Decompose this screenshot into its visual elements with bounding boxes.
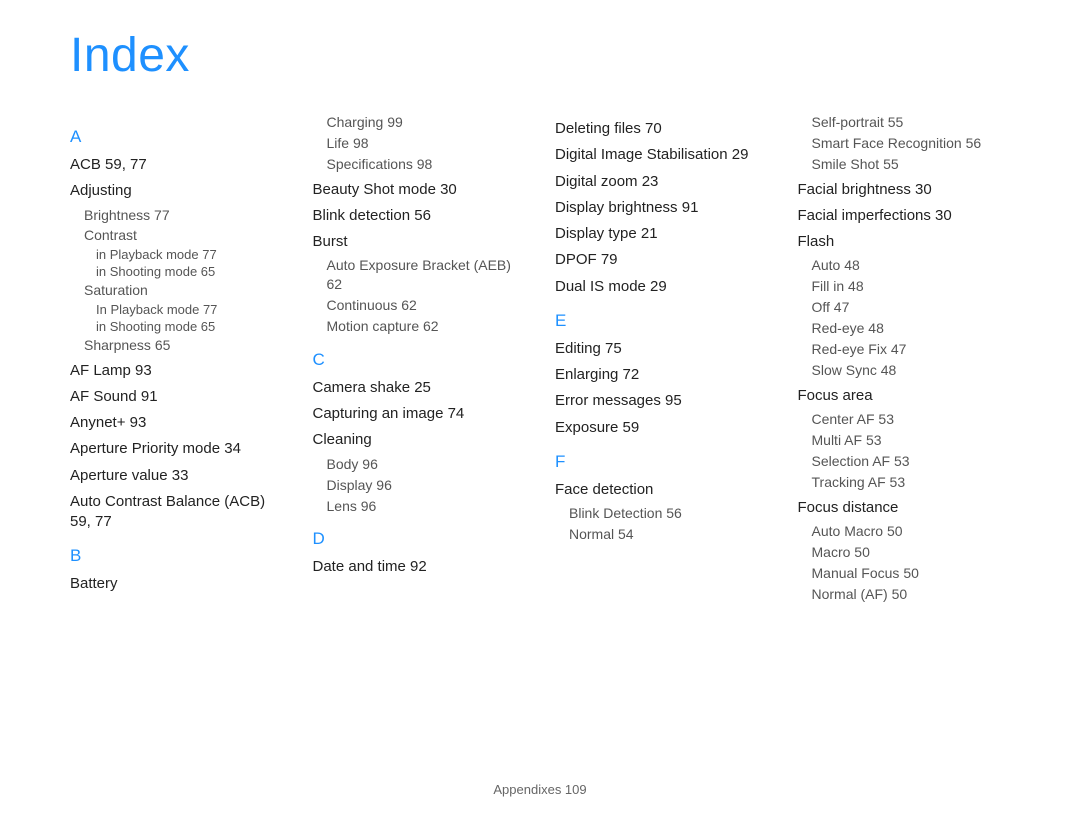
entry-flash-auto: Auto 48 [812,256,1011,275]
entry-deleting-files: Deleting files 70 [555,119,768,139]
entry-brightness: Brightness 77 [84,206,283,225]
entry-facial-imperfections: Facial imperfections 30 [798,206,1011,226]
document-page: Index A ACB 59, 77 Adjusting Brightness … [0,0,1080,815]
section-letter-b: B [70,546,283,566]
entry-saturation: Saturation [84,281,283,300]
entry-smile-shot: Smile Shot 55 [812,155,1011,174]
column-2: Charging 99 Life 98 Specifications 98 Be… [313,113,526,605]
page-footer: Appendixes 109 [0,782,1080,797]
entry-flash: Flash [798,232,1011,252]
column-3: Deleting files 70 Digital Image Stabilis… [555,113,768,605]
entry-sat-playback: In Playback mode 77 [96,302,283,319]
entry-dual-is: Dual IS mode 29 [555,277,768,297]
entry-anynet: Anynet+ 93 [70,413,283,433]
entry-self-portrait: Self-portrait 55 [812,113,1011,132]
entry-contrast: Contrast [84,226,283,245]
entry-camera-shake: Camera shake 25 [313,378,526,398]
entry-af-sound: AF Sound 91 [70,387,283,407]
entry-contrast-shooting: in Shooting mode 65 [96,264,283,281]
entry-fd-auto-macro: Auto Macro 50 [812,522,1011,541]
entry-cleaning-body: Body 96 [327,455,526,474]
entry-acb: ACB 59, 77 [70,155,283,175]
page-title: Index [70,28,1010,83]
entry-burst: Burst [313,232,526,252]
entry-exposure: Exposure 59 [555,418,768,438]
entry-display-brightness: Display brightness 91 [555,198,768,218]
entry-display-type: Display type 21 [555,224,768,244]
entry-flash-slowsync: Slow Sync 48 [812,361,1011,380]
entry-cleaning-display: Display 96 [327,476,526,495]
entry-sat-shooting: in Shooting mode 65 [96,319,283,336]
section-letter-a: A [70,127,283,147]
entry-facial-brightness: Facial brightness 30 [798,180,1011,200]
entry-adjusting: Adjusting [70,181,283,201]
entry-focus-area: Focus area [798,386,1011,406]
entry-fd-blink: Blink Detection 56 [569,504,768,523]
entry-flash-fill: Fill in 48 [812,277,1011,296]
column-1: A ACB 59, 77 Adjusting Brightness 77 Con… [70,113,283,605]
entry-date-time: Date and time 92 [313,557,526,577]
entry-cleaning: Cleaning [313,430,526,450]
entry-flash-redeyefix: Red-eye Fix 47 [812,340,1011,359]
entry-editing: Editing 75 [555,339,768,359]
entry-fd-normal-af: Normal (AF) 50 [812,585,1011,604]
entry-beauty-shot: Beauty Shot mode 30 [313,180,526,200]
entry-flash-redeye: Red-eye 48 [812,319,1011,338]
entry-fd-normal: Normal 54 [569,525,768,544]
entry-flash-off: Off 47 [812,298,1011,317]
entry-digital-is: Digital Image Stabilisation 29 [555,145,768,165]
entry-fd-manual: Manual Focus 50 [812,564,1011,583]
section-letter-c: C [313,350,526,370]
entry-digital-zoom: Digital zoom 23 [555,172,768,192]
entry-capturing: Capturing an image 74 [313,404,526,424]
index-columns: A ACB 59, 77 Adjusting Brightness 77 Con… [70,113,1010,605]
entry-sharpness: Sharpness 65 [84,336,283,355]
entry-fa-tracking: Tracking AF 53 [812,473,1011,492]
entry-fa-selection: Selection AF 53 [812,452,1011,471]
entry-face-detection: Face detection [555,480,768,500]
entry-focus-distance: Focus distance [798,498,1011,518]
entry-cleaning-lens: Lens 96 [327,497,526,516]
section-letter-d: D [313,529,526,549]
entry-fa-multi: Multi AF 53 [812,431,1011,450]
entry-fd-macro: Macro 50 [812,543,1011,562]
entry-aperture-priority: Aperture Priority mode 34 [70,439,283,459]
entry-fa-center: Center AF 53 [812,410,1011,429]
entry-battery-life: Life 98 [327,134,526,153]
column-4: Self-portrait 55 Smart Face Recognition … [798,113,1011,605]
entry-blink-detection: Blink detection 56 [313,206,526,226]
entry-burst-continuous: Continuous 62 [327,296,526,315]
entry-dpof: DPOF 79 [555,250,768,270]
entry-contrast-playback: in Playback mode 77 [96,247,283,264]
section-letter-e: E [555,311,768,331]
entry-auto-contrast-balance: Auto Contrast Balance (ACB) 59, 77 [70,492,283,533]
entry-enlarging: Enlarging 72 [555,365,768,385]
entry-battery: Battery [70,574,283,594]
entry-aperture-value: Aperture value 33 [70,466,283,486]
entry-burst-motion: Motion capture 62 [327,317,526,336]
entry-error-messages: Error messages 95 [555,391,768,411]
entry-battery-specs: Specifications 98 [327,155,526,174]
entry-battery-charging: Charging 99 [327,113,526,132]
entry-smart-face: Smart Face Recognition 56 [812,134,1011,153]
entry-burst-aeb: Auto Exposure Bracket (AEB) 62 [327,256,526,294]
entry-af-lamp: AF Lamp 93 [70,361,283,381]
section-letter-f: F [555,452,768,472]
